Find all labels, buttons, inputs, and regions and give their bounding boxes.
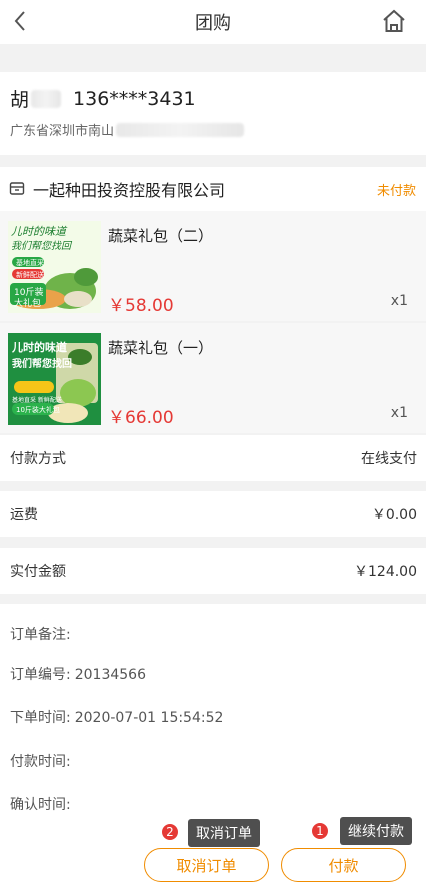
name-mask — [31, 89, 62, 108]
order-time-line: 下单时间: 2020-07-01 15:54:52 — [10, 707, 223, 727]
order-time-value: 2020-07-01 15:54:52 — [74, 710, 224, 726]
shipping-label: 运费 — [10, 507, 38, 523]
thumb-text-2: 我们帮您找回 — [11, 241, 71, 252]
thumb-tag-1: 基地直采 — [16, 259, 44, 267]
home-icon[interactable] — [380, 7, 408, 35]
item-quantity: x1 — [390, 405, 408, 421]
recipient-phone: 136****3431 — [73, 87, 196, 110]
payment-method-label: 付款方式 — [10, 451, 66, 467]
order-number-label: 订单编号: — [10, 667, 71, 683]
shipping-row: 运费 ￥0.00 — [0, 491, 426, 537]
recipient-info: 胡 136****3431 — [10, 85, 196, 112]
confirm-time-line: 确认时间: — [10, 794, 71, 814]
remark-line: 订单备注: — [10, 624, 71, 644]
item-quantity: x1 — [390, 293, 408, 309]
thumb-text-2: 我们帮您找回 — [12, 359, 72, 370]
pay-time-line: 付款时间: — [10, 751, 71, 771]
confirm-time-label: 确认时间: — [10, 797, 71, 813]
back-arrow-icon[interactable] — [6, 6, 36, 36]
item-price: ￥58.00 — [108, 296, 174, 316]
page-title: 团购 — [195, 13, 231, 34]
recipient-address: 广东省深圳市南山 — [10, 120, 245, 139]
cancel-order-tooltip: 取消订单 — [188, 819, 260, 847]
total-row: 实付金额 ￥124.00 — [0, 548, 426, 594]
order-status: 未付款 — [376, 184, 416, 199]
order-item[interactable]: 儿时的味道 我们帮您找回 基地直采 新鲜配送 10斤装 大礼包 蔬菜礼包（二） … — [0, 211, 426, 321]
shipping-value: ￥0.00 — [371, 507, 417, 523]
order-time-label: 下单时间: — [10, 710, 71, 726]
address-mask — [116, 122, 245, 137]
order-details: 订单备注: 订单编号: 20134566 下单时间: 2020-07-01 15:5… — [0, 604, 426, 834]
remark-label: 订单备注: — [10, 627, 71, 643]
product-image: 儿时的味道 我们帮您找回 基地直采 新鲜配送 10斤装 大礼包 — [8, 221, 101, 313]
shop-row: 一起种田投资控股有限公司 未付款 — [0, 167, 426, 211]
store-icon — [9, 182, 25, 195]
step-badge-2: 2 — [161, 823, 179, 841]
cancel-order-button[interactable]: 取消订单 — [144, 848, 269, 882]
continue-pay-tooltip: 继续付款 — [340, 817, 412, 845]
total-label: 实付金额 — [10, 564, 66, 580]
item-price: ￥66.00 — [108, 408, 174, 428]
payment-method-value: 在线支付 — [361, 451, 417, 467]
thumb-tag-1: 基地直采 新鲜配送 — [12, 397, 62, 404]
step-badge-1: 1 — [311, 822, 329, 840]
thumb-tag-2: 10斤装大礼包 — [16, 406, 60, 414]
thumb-tag-4: 大礼包 — [14, 299, 42, 309]
pay-time-label: 付款时间: — [10, 754, 71, 770]
order-item[interactable]: 儿时的味道 我们帮您找回 基地直采 新鲜配送 10斤装大礼包 蔬菜礼包（一） ￥… — [0, 323, 426, 433]
product-image: 儿时的味道 我们帮您找回 基地直采 新鲜配送 10斤装大礼包 — [8, 333, 101, 425]
payment-method-row: 付款方式 在线支付 — [0, 435, 426, 481]
order-number-line: 订单编号: 20134566 — [10, 664, 146, 684]
item-name: 蔬菜礼包（一） — [108, 339, 214, 357]
total-value: ￥124.00 — [354, 564, 417, 580]
thumb-tag-2: 新鲜配送 — [16, 271, 44, 279]
pay-button[interactable]: 付款 — [281, 848, 406, 882]
shop-name: 一起种田投资控股有限公司 — [33, 181, 226, 200]
item-name: 蔬菜礼包（二） — [108, 227, 214, 245]
address-text: 广东省深圳市南山 — [10, 124, 115, 139]
recipient-name: 胡 — [10, 89, 30, 111]
top-nav-bar: 团购 — [0, 0, 426, 44]
thumb-text-1: 儿时的味道 — [12, 341, 67, 354]
order-number-value: 20134566 — [74, 667, 146, 683]
